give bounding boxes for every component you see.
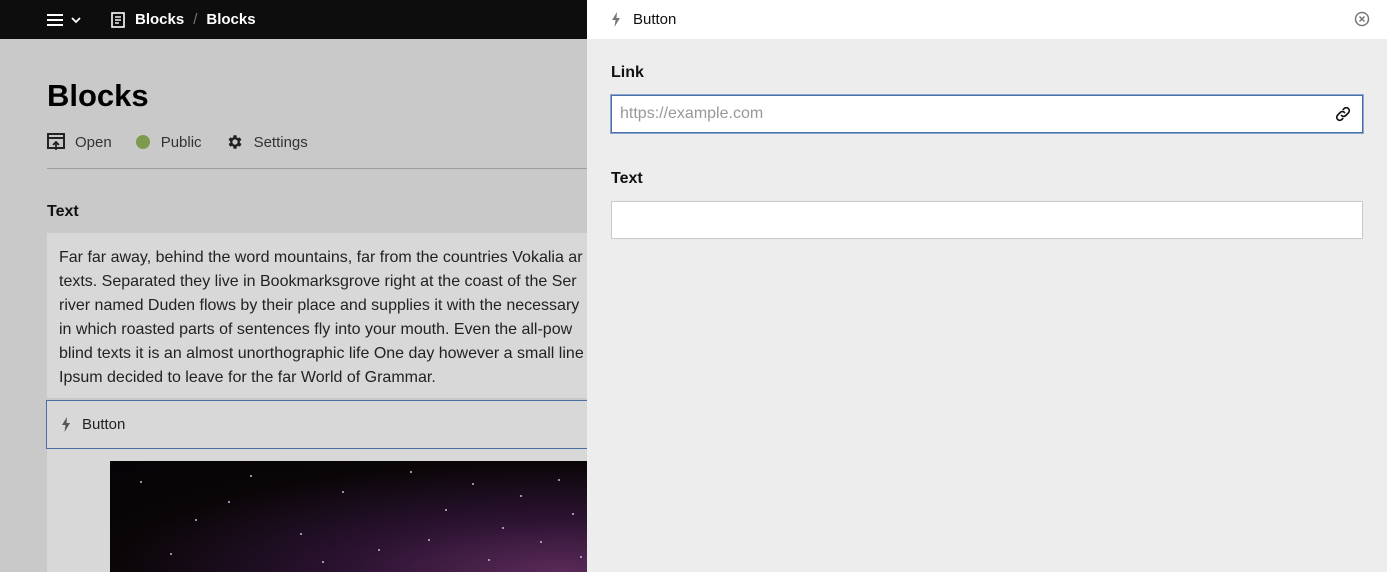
block-settings-drawer: Button Link Text [587,0,1387,572]
hamburger-icon [47,13,63,26]
breadcrumb-separator: / [193,11,198,28]
text-field [611,201,1363,239]
link-icon[interactable] [1324,96,1362,132]
divider [47,168,587,169]
text-field-label: Text [611,170,643,187]
bolt-icon [62,417,70,432]
text-line: Ipsum decided to leave for the far World… [59,369,436,386]
page-icon [111,11,125,28]
text-block[interactable]: Far far away, behind the word mountains,… [47,233,587,398]
text-line: texts. Separated they live in Bookmarksg… [59,273,577,290]
chevron-down-icon [71,16,81,23]
breadcrumb: Blocks / Blocks [111,11,256,28]
gear-icon [228,135,242,149]
link-field-label: Link [611,64,644,81]
button-block[interactable]: Button [46,400,587,449]
text-field-label: Text [47,203,79,220]
top-bar: Blocks / Blocks [0,0,587,39]
drawer-header: Button [587,0,1387,39]
menu-toggle-button[interactable] [47,0,87,39]
status-public-button[interactable]: Public [135,133,202,151]
open-button[interactable]: Open [47,133,112,151]
galaxy-image [110,461,587,572]
breadcrumb-item[interactable]: Blocks [206,11,255,28]
page-status-bar: Open Public Settings [47,133,332,151]
link-field [611,95,1363,133]
status-label: Public [160,133,202,151]
text-line: river named Duden flows by their place a… [59,297,580,314]
bolt-icon [612,12,620,27]
page-title: Blocks [47,78,149,113]
open-preview-icon [47,133,65,150]
close-icon[interactable] [1354,11,1370,27]
open-label: Open [75,133,112,151]
drawer-title: Button [633,11,677,28]
settings-button[interactable]: Settings [226,133,308,151]
text-line: blind texts it is an almost unorthograph… [59,345,584,362]
button-block-label: Button [82,416,126,433]
breadcrumb-item[interactable]: Blocks [135,11,184,28]
link-input[interactable] [612,96,1324,132]
chain-link-icon [1335,106,1351,122]
status-dot-icon [135,135,150,149]
image-block[interactable] [47,449,587,572]
settings-label: Settings [253,133,308,151]
text-input[interactable] [612,202,1362,238]
text-line: in which roasted parts of sentences fly … [59,321,573,338]
text-line: Far far away, behind the word mountains,… [59,249,583,266]
